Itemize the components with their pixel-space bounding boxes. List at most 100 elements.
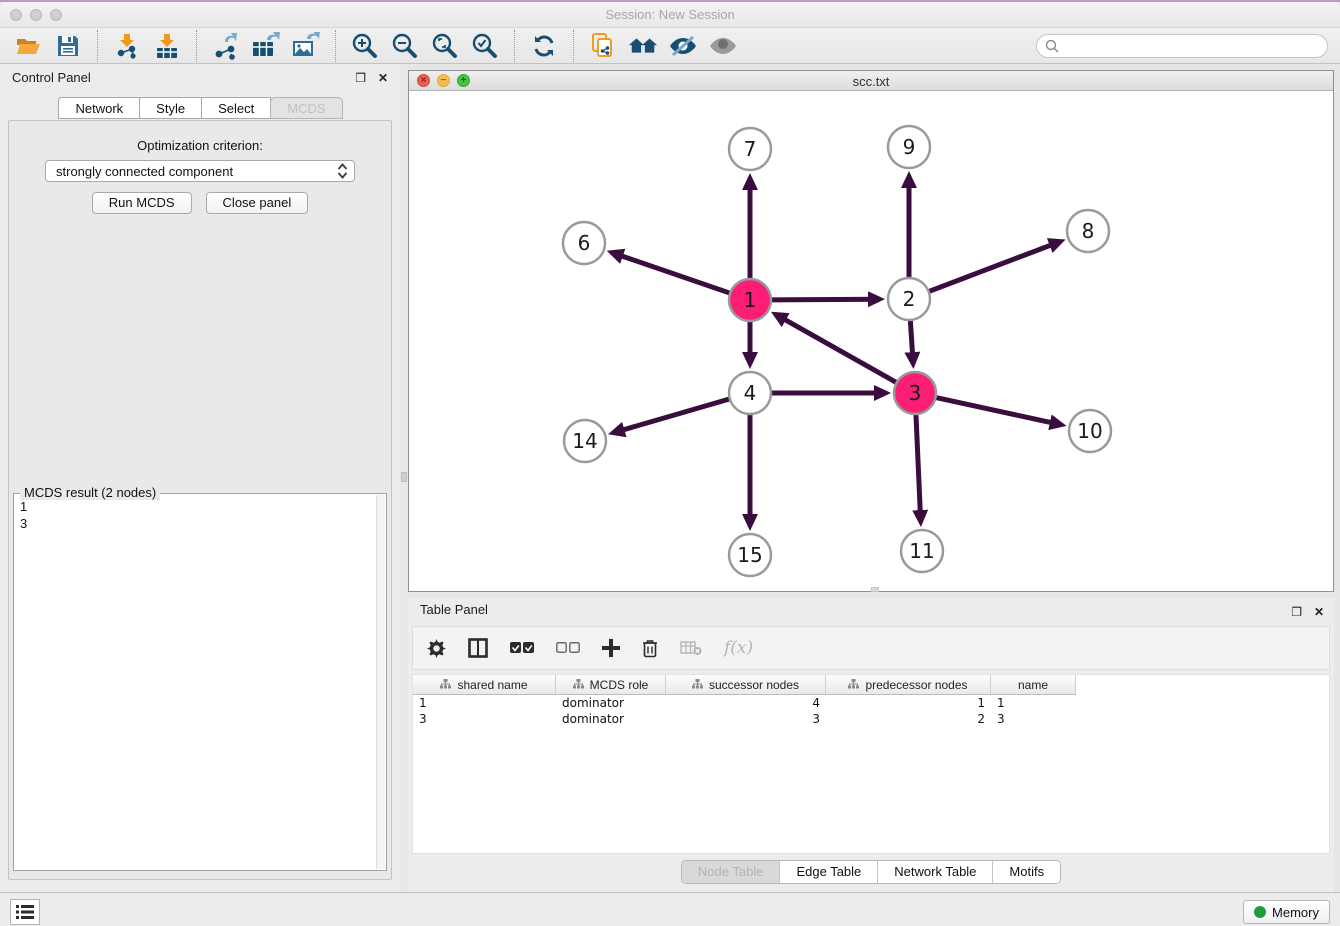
graph-node-label: 8 — [1082, 219, 1095, 243]
column-header-predecessor-nodes[interactable]: predecessor nodes — [826, 675, 991, 695]
import-network-icon[interactable] — [112, 31, 142, 61]
toolbar-separator — [573, 30, 574, 62]
show-hidden-icon[interactable] — [708, 31, 738, 61]
run-mcds-button[interactable]: Run MCDS — [92, 192, 192, 214]
optimization-criterion-label: Optimization criterion: — [9, 138, 391, 153]
column-label: shared name — [457, 678, 527, 692]
tab-network[interactable]: Network — [58, 97, 140, 119]
delete-row-icon[interactable] — [642, 639, 658, 658]
search-input[interactable] — [1063, 36, 1327, 56]
edge-2-3[interactable] — [910, 320, 913, 363]
add-row-icon[interactable] — [602, 639, 620, 657]
criterion-dropdown[interactable]: strongly connected component — [45, 160, 355, 182]
splitter-handle[interactable] — [401, 472, 407, 482]
table-cell[interactable]: 2 — [826, 711, 991, 727]
deselect-all-icon[interactable] — [556, 641, 580, 655]
float-table-panel-icon[interactable]: ❐ — [1291, 605, 1302, 619]
task-history-button[interactable] — [10, 899, 40, 925]
hierarchy-icon — [848, 678, 859, 692]
zoom-selected-icon[interactable] — [470, 31, 500, 61]
table-cell[interactable]: 1 — [413, 695, 556, 711]
vertical-splitter[interactable] — [400, 64, 408, 892]
tab-style[interactable]: Style — [139, 97, 202, 119]
zoom-fit-icon[interactable] — [430, 31, 460, 61]
close-panel-icon[interactable]: ✕ — [378, 71, 388, 85]
memory-label: Memory — [1272, 905, 1319, 920]
toolbar-separator — [335, 30, 336, 62]
table-row[interactable]: 1dominator411 — [413, 695, 1329, 711]
tab-motifs[interactable]: Motifs — [992, 861, 1060, 883]
tab-mcds[interactable]: MCDS — [270, 97, 342, 119]
network-graph-canvas[interactable]: 1234678910111415 — [409, 91, 1333, 592]
edge-1-2[interactable] — [771, 299, 879, 300]
edge-3-1[interactable] — [776, 315, 897, 383]
edge-3-10[interactable] — [936, 397, 1061, 424]
network-view-window: × − + scc.txt 1234678910111415 — [408, 70, 1334, 592]
hierarchy-icon — [440, 678, 451, 692]
edge-3-11[interactable] — [916, 414, 921, 521]
column-header-successor-nodes[interactable]: successor nodes — [666, 675, 826, 695]
open-session-icon[interactable] — [13, 31, 43, 61]
graph-node-label: 7 — [744, 137, 757, 161]
export-network-icon[interactable] — [211, 31, 241, 61]
control-panel-tabs: Network Style Select MCDS — [0, 97, 400, 119]
column-header-name[interactable]: name — [991, 675, 1076, 695]
hide-selected-icon[interactable] — [668, 31, 698, 61]
column-label: predecessor nodes — [865, 678, 967, 692]
node-table[interactable]: shared name MCDS rolesuccessor nodes prede… — [412, 674, 1330, 854]
search-box — [1036, 34, 1328, 58]
table-cell[interactable]: dominator — [556, 711, 666, 727]
network-from-selection-icon[interactable] — [588, 31, 618, 61]
table-cell[interactable]: dominator — [556, 695, 666, 711]
tab-select[interactable]: Select — [201, 97, 271, 119]
zoom-out-icon[interactable] — [390, 31, 420, 61]
table-row[interactable]: 3dominator323 — [413, 711, 1329, 727]
export-table-icon[interactable] — [251, 31, 281, 61]
delete-table-icon — [680, 640, 702, 656]
float-panel-icon[interactable]: ❐ — [355, 71, 366, 85]
table-cell[interactable]: 1 — [991, 695, 1076, 711]
memory-button[interactable]: Memory — [1243, 900, 1330, 924]
mcds-result-text: 1 3 — [20, 498, 374, 866]
column-label: name — [1018, 678, 1048, 692]
titlebar: Session: New Session — [0, 2, 1340, 28]
mcds-panel-body: Optimization criterion: strongly connect… — [8, 120, 392, 880]
table-cell[interactable]: 3 — [666, 711, 826, 727]
graph-node-label: 1 — [744, 288, 757, 312]
network-splitter-grip[interactable] — [871, 587, 879, 592]
session-title: Session: New Session — [0, 7, 1340, 22]
import-table-icon[interactable] — [152, 31, 182, 61]
tab-edge-table[interactable]: Edge Table — [779, 861, 877, 883]
graph-node-label: 11 — [909, 539, 934, 563]
close-table-panel-icon[interactable]: ✕ — [1314, 605, 1324, 619]
hierarchy-icon — [573, 678, 584, 692]
edge-4-14[interactable] — [614, 399, 730, 433]
edge-2-8[interactable] — [929, 242, 1060, 292]
mcds-result-scrollbar[interactable] — [376, 495, 385, 869]
table-cell[interactable]: 4 — [666, 695, 826, 711]
show-columns-icon[interactable] — [468, 638, 488, 658]
export-image-icon[interactable] — [291, 31, 321, 61]
list-icon — [16, 905, 34, 919]
edge-1-6[interactable] — [612, 253, 730, 293]
table-cell[interactable]: 1 — [826, 695, 991, 711]
save-session-icon[interactable] — [53, 31, 83, 61]
column-header-MCDS-role[interactable]: MCDS role — [556, 675, 666, 695]
show-all-networks-icon[interactable] — [628, 31, 658, 61]
toolbar-separator — [514, 30, 515, 62]
memory-status-icon — [1254, 906, 1266, 918]
refresh-layout-icon[interactable] — [529, 31, 559, 61]
close-panel-button[interactable]: Close panel — [206, 192, 309, 214]
table-cell[interactable]: 3 — [413, 711, 556, 727]
select-all-icon[interactable] — [510, 641, 534, 655]
column-header-shared-name[interactable]: shared name — [413, 675, 556, 695]
graph-node-label: 14 — [572, 429, 597, 453]
settings-gear-icon[interactable] — [427, 639, 446, 658]
graph-node-label: 2 — [903, 287, 916, 311]
table-cell[interactable]: 3 — [991, 711, 1076, 727]
tab-node-table[interactable]: Node Table — [682, 861, 780, 883]
zoom-in-icon[interactable] — [350, 31, 380, 61]
tab-network-table[interactable]: Network Table — [877, 861, 992, 883]
network-window-titlebar[interactable]: × − + scc.txt — [409, 71, 1333, 91]
search-icon — [1045, 39, 1059, 53]
